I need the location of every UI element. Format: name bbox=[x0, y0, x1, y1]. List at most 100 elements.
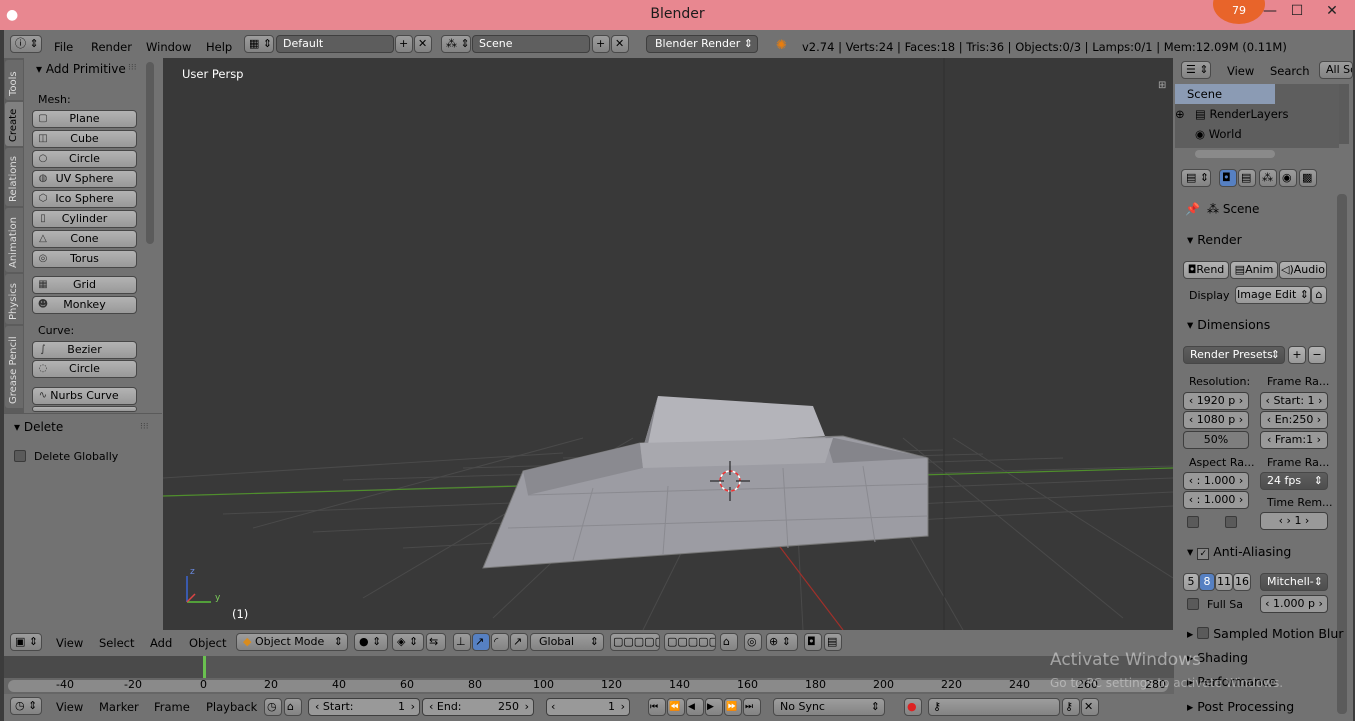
remove-scene-icon[interactable]: ✕ bbox=[611, 35, 629, 53]
time-remap-field[interactable]: ‹ › 1 › bbox=[1260, 512, 1328, 530]
rotate-widget-toggle[interactable]: ↗ bbox=[472, 633, 490, 651]
aa-sample-5[interactable]: 5 bbox=[1183, 573, 1199, 591]
tab-render-layers[interactable]: ▤ bbox=[1238, 169, 1256, 187]
timeline-scrollbar[interactable] bbox=[8, 680, 1168, 692]
extra-widget-toggle[interactable]: ↗ bbox=[510, 633, 528, 651]
add-layout-icon[interactable]: + bbox=[395, 35, 413, 53]
render-presets-select[interactable]: Render Presets ⇕ bbox=[1183, 346, 1285, 364]
render-audio-button[interactable]: ◁)Audio bbox=[1279, 261, 1327, 279]
orientation-select[interactable]: Global ⇕ bbox=[530, 633, 604, 651]
sync-mode-select[interactable]: No Sync ⇕ bbox=[773, 698, 885, 716]
3d-viewport[interactable]: User Persp (1) z y ⊞ bbox=[163, 58, 1173, 630]
add-ico-sphere-button[interactable]: ⬡ Ico Sphere bbox=[32, 190, 137, 208]
menu-render[interactable]: Render bbox=[91, 40, 132, 54]
outliner-item-renderlayers[interactable]: ⊕ ▤ RenderLayers bbox=[1175, 104, 1339, 124]
end-frame-field[interactable]: ‹ End: 250 › bbox=[422, 698, 534, 716]
delete-keyframe-button[interactable]: ✕ bbox=[1081, 698, 1099, 716]
fps-select[interactable]: 24 fps ⇕ bbox=[1260, 472, 1328, 490]
remove-preset-button[interactable]: − bbox=[1308, 346, 1326, 364]
lock-interface-toggle[interactable]: ⌂ bbox=[1311, 286, 1327, 304]
outliner-menu-view[interactable]: View bbox=[1227, 64, 1254, 78]
tab-tools[interactable]: Tools bbox=[5, 60, 23, 100]
pin-icon[interactable]: 📌 bbox=[1185, 202, 1200, 216]
outliner-item-scene[interactable]: Scene bbox=[1175, 84, 1275, 104]
dimensions-panel-header[interactable]: ▾ Dimensions bbox=[1187, 317, 1345, 332]
add-primitive-panel-header[interactable]: ▾ Add Primitive bbox=[36, 62, 126, 76]
snap-select[interactable]: ⊕ ⇕ bbox=[766, 633, 798, 651]
render-preview-button[interactable]: ◘ bbox=[804, 633, 822, 651]
proportional-edit-toggle[interactable]: ◎ bbox=[744, 633, 762, 651]
tab-relations[interactable]: Relations bbox=[5, 148, 23, 206]
menu-view[interactable]: View bbox=[56, 636, 83, 650]
add-bezier-button[interactable]: ∫ Bezier bbox=[32, 341, 137, 359]
frame-start-field[interactable]: ‹ Start: 1 › bbox=[1260, 392, 1328, 410]
tab-world[interactable]: ◉ bbox=[1279, 169, 1297, 187]
keying-set-field[interactable]: ⚷ bbox=[928, 698, 1060, 716]
tab-create[interactable]: Create bbox=[5, 102, 23, 146]
menu-help[interactable]: Help bbox=[206, 40, 232, 54]
jump-start-button[interactable]: ⏮ bbox=[648, 698, 666, 716]
drag-handle-icon[interactable]: ⁝⁝⁝ bbox=[140, 422, 149, 432]
layers-grid-2[interactable]: ▢▢▢▢▢ bbox=[664, 633, 716, 651]
aspect-x-field[interactable]: ‹ : 1.000 › bbox=[1183, 472, 1249, 490]
maximize-button[interactable]: ☐ bbox=[1282, 3, 1312, 25]
auto-keyframe-toggle[interactable]: ● bbox=[904, 698, 922, 716]
aa-filter-size-field[interactable]: ‹ 1.000 p › bbox=[1260, 595, 1328, 613]
menu-playback[interactable]: Playback bbox=[206, 700, 257, 714]
outliner-filter-select[interactable]: All Sc bbox=[1319, 61, 1353, 79]
timeline[interactable]: -40 -20 0 20 40 60 80 100 120 140 160 18… bbox=[4, 654, 1174, 694]
add-preset-button[interactable]: + bbox=[1288, 346, 1306, 364]
menu-marker[interactable]: Marker bbox=[99, 700, 139, 714]
preview-range-toggle[interactable]: ◷ bbox=[264, 698, 282, 716]
mesh-object[interactable] bbox=[482, 396, 929, 569]
lock-layers-toggle[interactable]: ⌂ bbox=[720, 633, 738, 651]
scene-icon[interactable]: ⁂ ⇕ bbox=[441, 35, 471, 53]
editor-type-button[interactable]: ▣ ⇕ bbox=[10, 633, 42, 651]
jump-end-button[interactable]: ⏭ bbox=[743, 698, 761, 716]
anti-aliasing-panel-header[interactable]: ▾ ✓ Anti-Aliasing bbox=[1187, 544, 1345, 560]
scene-field[interactable]: Scene bbox=[472, 35, 590, 53]
resolution-x-field[interactable]: ‹ 1920 p › bbox=[1183, 392, 1249, 410]
aa-sample-8[interactable]: 8 bbox=[1199, 573, 1215, 591]
render-panel-header[interactable]: ▾ Render bbox=[1187, 232, 1345, 247]
minimize-button[interactable]: — bbox=[1255, 3, 1285, 25]
add-cone-button[interactable]: △ Cone bbox=[32, 230, 137, 248]
add-cube-button[interactable]: ◫ Cube bbox=[32, 130, 137, 148]
aa-sample-16[interactable]: 16 bbox=[1233, 573, 1251, 591]
add-nurbs-curve-button[interactable]: ∿ Nurbs Curve bbox=[32, 387, 137, 405]
prev-keyframe-button[interactable]: ⏪ bbox=[667, 698, 685, 716]
motion-blur-checkbox[interactable] bbox=[1197, 627, 1210, 639]
viewport-corner-widget-icon[interactable]: ⊞ bbox=[1158, 80, 1166, 91]
add-circle-button[interactable]: ○ Circle bbox=[32, 150, 137, 168]
menu-object[interactable]: Object bbox=[189, 636, 226, 650]
menu-select[interactable]: Select bbox=[99, 636, 134, 650]
delete-panel-header[interactable]: ▾ Delete bbox=[14, 420, 63, 434]
motion-blur-panel-header[interactable]: ▸ Sampled Motion Blur bbox=[1187, 626, 1345, 641]
crop-checkbox[interactable] bbox=[1225, 516, 1237, 528]
add-plane-button[interactable]: ▢ Plane bbox=[32, 110, 137, 128]
editor-type-button[interactable]: ◷ ⇕ bbox=[10, 697, 42, 715]
frame-step-field[interactable]: ‹ Fram:1 › bbox=[1260, 431, 1328, 449]
render-still-button[interactable]: ◘Rend bbox=[1183, 261, 1229, 279]
tab-grease-pencil[interactable]: Grease Pencil bbox=[5, 326, 23, 408]
add-grid-button[interactable]: ▦ Grid bbox=[32, 276, 137, 294]
scale-widget-toggle[interactable]: ◜ bbox=[491, 633, 509, 651]
outliner-scrollbar[interactable] bbox=[1339, 84, 1349, 144]
add-uv-sphere-button[interactable]: ◍ UV Sphere bbox=[32, 170, 137, 188]
aspect-y-field[interactable]: ‹ : 1.000 › bbox=[1183, 491, 1249, 509]
aa-enabled-checkbox[interactable]: ✓ bbox=[1197, 548, 1210, 560]
outliner-type-button[interactable]: ☰ ⇕ bbox=[1181, 61, 1211, 79]
translate-widget-toggle[interactable]: ⊥ bbox=[453, 633, 471, 651]
screen-layout-field[interactable]: Default bbox=[276, 35, 394, 53]
outliner-hscrollbar[interactable] bbox=[1195, 150, 1275, 158]
screen-layout-icon[interactable]: ▦ ⇕ bbox=[244, 35, 274, 53]
resolution-y-field[interactable]: ‹ 1080 p › bbox=[1183, 411, 1249, 429]
frame-end-field[interactable]: ‹ En:250 › bbox=[1260, 411, 1328, 429]
start-frame-field[interactable]: ‹ Start: 1 › bbox=[308, 698, 420, 716]
shading-select[interactable]: ● ⇕ bbox=[354, 633, 388, 651]
render-animation-button[interactable]: ▤ bbox=[824, 633, 842, 651]
tab-texture[interactable]: ▩ bbox=[1299, 169, 1317, 187]
border-checkbox[interactable] bbox=[1187, 516, 1199, 528]
expand-icon[interactable]: ⊕ bbox=[1175, 104, 1185, 124]
manipulator-toggle[interactable]: ⇆ bbox=[426, 633, 446, 651]
